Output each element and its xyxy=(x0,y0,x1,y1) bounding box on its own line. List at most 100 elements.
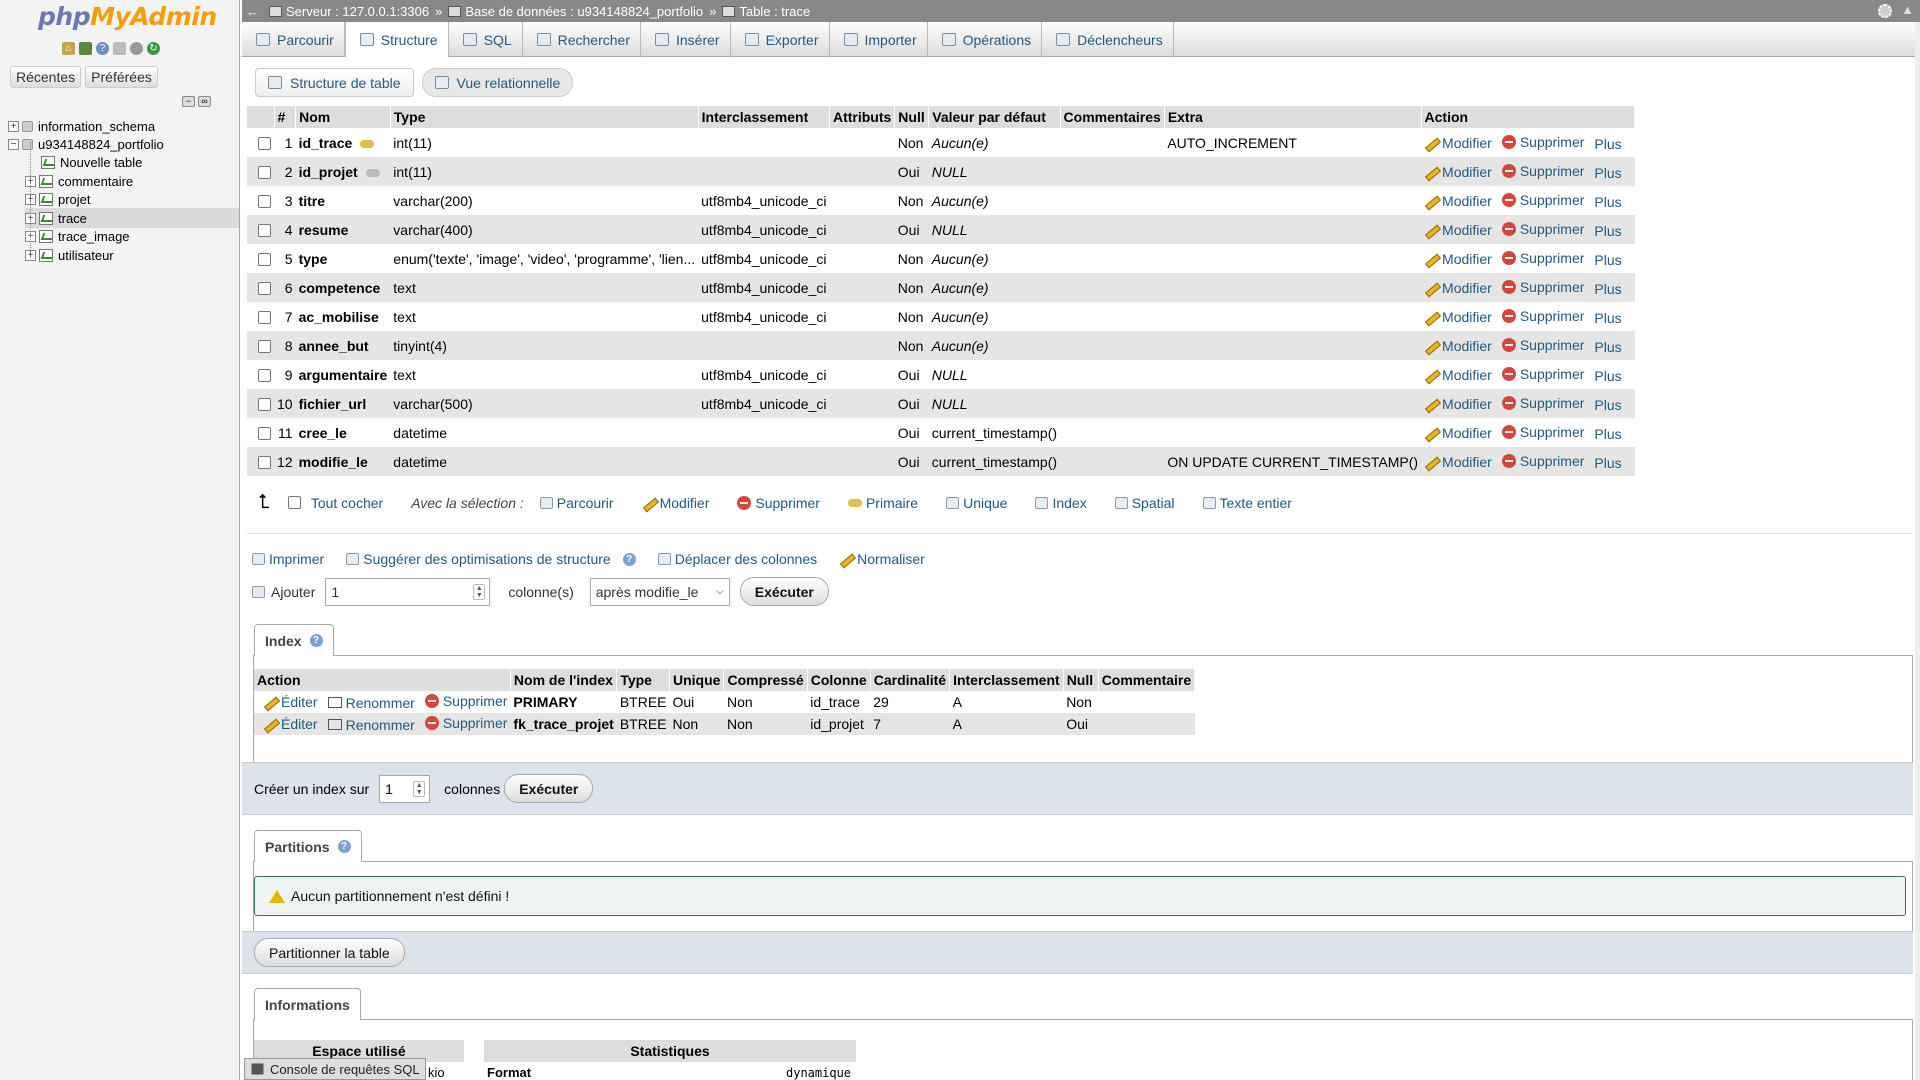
subtab-table-structure[interactable]: Structure de table xyxy=(255,68,414,97)
header-null[interactable]: Null xyxy=(894,106,930,128)
back-arrow-icon[interactable]: ← xyxy=(246,4,259,19)
rename-index-link[interactable]: Renommer xyxy=(327,717,415,733)
delete-link[interactable]: Supprimer xyxy=(1501,192,1584,208)
delete-link[interactable]: Supprimer xyxy=(1501,366,1584,382)
tab-declencheurs[interactable]: Déclencheurs xyxy=(1042,22,1174,57)
sidebar-item-trace-image[interactable]: + trace_image xyxy=(25,226,130,246)
create-index-count-input[interactable]: 1 ▲ ▼ xyxy=(379,774,431,803)
delete-link[interactable]: Supprimer xyxy=(1501,134,1584,150)
edit-index-link[interactable]: Éditer xyxy=(263,694,318,710)
tab-importer[interactable]: Importer xyxy=(830,22,928,57)
header-attributes[interactable]: Attributs xyxy=(829,106,896,128)
sql-console-toggle[interactable]: Console de requêtes SQL xyxy=(244,1058,426,1080)
more-link[interactable]: Plus xyxy=(1594,165,1621,181)
tab-operations[interactable]: Opérations xyxy=(928,22,1043,57)
delete-link[interactable]: Supprimer xyxy=(1501,279,1584,295)
more-link[interactable]: Plus xyxy=(1594,223,1621,239)
delete-link[interactable]: Supprimer xyxy=(1501,337,1584,353)
selection-unique[interactable]: Unique xyxy=(946,495,1007,511)
row-checkbox[interactable] xyxy=(258,340,271,354)
header-comments[interactable]: Commentaires xyxy=(1060,106,1165,128)
header-collation[interactable]: Interclassement xyxy=(698,106,830,128)
row-checkbox[interactable] xyxy=(258,369,271,383)
selection-spatial[interactable]: Spatial xyxy=(1114,495,1175,511)
modify-link[interactable]: Modifier xyxy=(1424,222,1492,238)
add-column-execute-button[interactable]: Exécuter xyxy=(739,577,829,606)
tab-sql[interactable]: SQL xyxy=(449,22,523,57)
modify-link[interactable]: Modifier xyxy=(1424,396,1492,412)
help-icon[interactable]: ? xyxy=(337,840,351,853)
sidebar-item-nouvelle-table[interactable]: Nouvelle table xyxy=(25,152,142,172)
more-link[interactable]: Plus xyxy=(1594,368,1621,384)
selection-supprimer[interactable]: Supprimer xyxy=(737,495,820,511)
modify-link[interactable]: Modifier xyxy=(1424,425,1492,441)
modify-link[interactable]: Modifier xyxy=(1424,309,1492,325)
selection-texte-entier[interactable]: Texte entier xyxy=(1202,495,1292,511)
delete-link[interactable]: Supprimer xyxy=(1501,453,1584,469)
modify-link[interactable]: Modifier xyxy=(1424,280,1492,296)
breadcrumb-table[interactable]: Table : trace xyxy=(722,4,810,19)
selection-parcourir[interactable]: Parcourir xyxy=(539,495,614,511)
settings-icon[interactable] xyxy=(130,42,143,55)
add-column-position-select[interactable]: après modifie_le ⌵ xyxy=(589,577,730,606)
modify-link[interactable]: Modifier xyxy=(1424,193,1492,209)
check-all-checkbox[interactable] xyxy=(287,496,301,509)
delete-link[interactable]: Supprimer xyxy=(1501,308,1584,324)
delete-index-link[interactable]: Supprimer xyxy=(424,715,507,731)
delete-link[interactable]: Supprimer xyxy=(1501,424,1584,440)
number-spinner-icon[interactable]: ▲ ▼ xyxy=(473,583,486,600)
tab-parcourir[interactable]: Parcourir xyxy=(242,22,345,57)
row-checkbox[interactable] xyxy=(258,311,271,325)
row-checkbox[interactable] xyxy=(258,427,271,441)
delete-link[interactable]: Supprimer xyxy=(1501,250,1584,266)
documentation-icon[interactable] xyxy=(113,42,126,55)
edit-index-link[interactable]: Éditer xyxy=(263,716,318,732)
modify-link[interactable]: Modifier xyxy=(1424,367,1492,383)
header-type[interactable]: Type xyxy=(390,106,699,128)
breadcrumb-server[interactable]: Serveur : 127.0.0.1:3306 xyxy=(269,4,429,19)
suggest-optimizations-link[interactable]: Suggérer des optimisations de structure? xyxy=(346,551,636,567)
selection-index[interactable]: Index xyxy=(1035,495,1087,511)
breadcrumb-database[interactable]: Base de données : u934148824_portfolio xyxy=(448,4,703,19)
collapse-all-icon[interactable]: − xyxy=(182,96,195,107)
help-icon[interactable]: ? xyxy=(309,634,323,647)
modify-link[interactable]: Modifier xyxy=(1424,454,1492,470)
modify-link[interactable]: Modifier xyxy=(1424,338,1492,354)
gear-icon[interactable] xyxy=(1878,4,1892,18)
number-spinner-icon[interactable]: ▲ ▼ xyxy=(413,780,426,797)
delete-link[interactable]: Supprimer xyxy=(1501,163,1584,179)
print-link[interactable]: Imprimer xyxy=(252,551,324,567)
more-link[interactable]: Plus xyxy=(1594,281,1621,297)
check-all-label[interactable]: Tout cocher xyxy=(311,495,383,511)
more-link[interactable]: Plus xyxy=(1594,136,1621,152)
home-icon[interactable]: ⌂ xyxy=(62,42,75,55)
phpmyadmin-logo[interactable]: phpMyAdmin xyxy=(38,2,217,31)
selection-primaire[interactable]: Primaire xyxy=(847,495,918,511)
create-index-execute-button[interactable]: Exécuter xyxy=(504,774,594,803)
row-checkbox[interactable] xyxy=(258,456,271,470)
more-link[interactable]: Plus xyxy=(1594,194,1621,210)
reload-icon[interactable]: ↻ xyxy=(147,42,160,55)
tab-exporter[interactable]: Exporter xyxy=(731,22,830,57)
row-checkbox[interactable] xyxy=(258,166,271,180)
logout-icon[interactable] xyxy=(79,42,92,55)
selection-modifier[interactable]: Modifier xyxy=(642,495,710,511)
delete-link[interactable]: Supprimer xyxy=(1501,221,1584,237)
sidebar-item-commentaire[interactable]: + commentaire xyxy=(25,171,133,191)
more-link[interactable]: Plus xyxy=(1594,310,1621,326)
sidebar-item-u934148824-portfolio[interactable]: − u934148824_portfolio xyxy=(8,134,164,154)
partition-table-button[interactable]: Partitionner la table xyxy=(254,938,405,967)
modify-link[interactable]: Modifier xyxy=(1424,251,1492,267)
delete-link[interactable]: Supprimer xyxy=(1501,395,1584,411)
help-icon[interactable]: ? xyxy=(96,42,109,55)
modify-link[interactable]: Modifier xyxy=(1424,164,1492,180)
favorite-tables-tab[interactable]: Préférées xyxy=(85,66,158,88)
rename-index-link[interactable]: Renommer xyxy=(327,695,415,711)
move-columns-link[interactable]: Déplacer des colonnes xyxy=(657,551,817,567)
row-checkbox[interactable] xyxy=(258,137,271,151)
row-checkbox[interactable] xyxy=(258,253,271,267)
sidebar-item-trace[interactable]: + trace xyxy=(25,208,239,228)
more-link[interactable]: Plus xyxy=(1594,426,1621,442)
recent-tables-tab[interactable]: Récentes xyxy=(10,66,82,88)
add-column-count-input[interactable]: 1 ▲ ▼ xyxy=(325,577,491,606)
